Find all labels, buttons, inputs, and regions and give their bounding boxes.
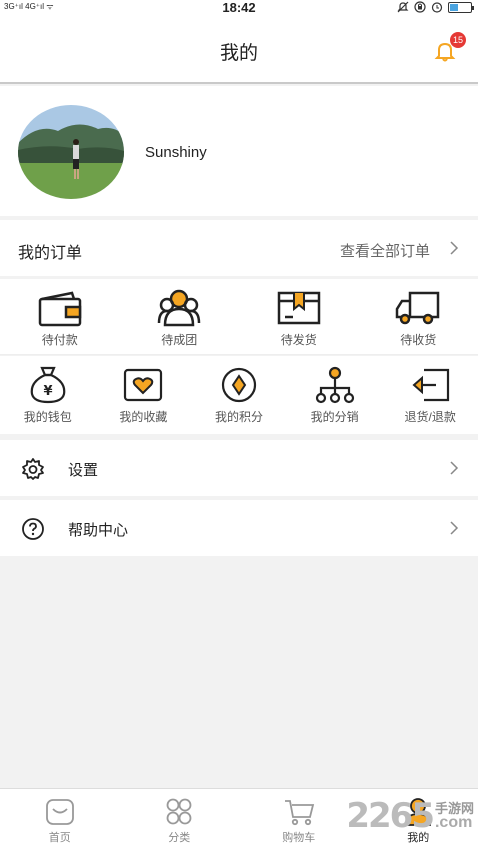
- distribution-icon: [315, 366, 354, 404]
- category-icon: [166, 798, 192, 825]
- tool-item-label: 我的积分: [214, 410, 263, 424]
- watermark-domain: .com: [434, 814, 473, 831]
- truck-icon: [396, 291, 440, 325]
- help-center-row[interactable]: 帮助中心: [0, 500, 478, 556]
- chevron-right-icon: [450, 241, 459, 255]
- tools-grid: ¥ 我的钱包 我的收藏 我的积分 我的分销 退货/退款: [0, 356, 478, 434]
- tool-item-label: 我的分销: [310, 410, 359, 424]
- settings-row[interactable]: 设置: [0, 440, 478, 496]
- order-item-label: 待发货: [280, 333, 317, 347]
- tool-item-label: 退货/退款: [404, 410, 456, 424]
- my-wallet[interactable]: ¥ 我的钱包: [0, 356, 96, 434]
- group-icon: [158, 289, 201, 327]
- watermark-number: 2265: [346, 796, 435, 836]
- tab-label: 购物车: [282, 832, 316, 844]
- points-icon: [221, 367, 257, 403]
- my-points[interactable]: 我的积分: [191, 356, 287, 434]
- order-pending-receipt[interactable]: 待收货: [359, 279, 478, 354]
- tool-item-label: 我的钱包: [23, 410, 72, 424]
- tab-home[interactable]: 首页: [0, 789, 120, 850]
- alarm-icon: [431, 2, 443, 13]
- home-icon: [45, 799, 74, 825]
- svg-text:¥: ¥: [43, 384, 52, 399]
- tool-item-label: 我的收藏: [119, 410, 168, 424]
- username: Sunshiny: [145, 144, 207, 161]
- order-item-label: 待收货: [400, 333, 437, 347]
- settings-label: 设置: [68, 462, 99, 479]
- chevron-right-icon: [450, 461, 459, 475]
- tab-label: 首页: [48, 832, 71, 844]
- lock-rotation-icon: [414, 1, 426, 13]
- order-pending-payment[interactable]: 待付款: [0, 279, 120, 354]
- tab-label: 分类: [168, 832, 191, 844]
- watermark-logo: 2265 手游网 .com: [346, 796, 474, 836]
- battery-icon: [448, 1, 474, 13]
- order-item-label: 待成团: [161, 333, 198, 347]
- returns-refunds[interactable]: 退货/退款: [382, 356, 478, 434]
- chevron-right-icon: [450, 521, 459, 535]
- money-bag-icon: ¥: [30, 366, 66, 404]
- orders-section-header[interactable]: 我的订单 查看全部订单: [0, 220, 478, 276]
- page-title: 我的: [219, 43, 258, 64]
- tab-cart[interactable]: 购物车: [239, 789, 359, 850]
- header: 我的 15: [0, 16, 478, 84]
- help-center-label: 帮助中心: [68, 522, 129, 539]
- status-icons: [397, 1, 474, 13]
- heart-icon: [124, 368, 163, 402]
- avatar[interactable]: [18, 105, 124, 199]
- profile-card[interactable]: Sunshiny: [0, 86, 478, 216]
- order-pending-shipment[interactable]: 待发货: [239, 279, 359, 354]
- mute-icon: [397, 1, 409, 13]
- notification-badge: 15: [449, 32, 466, 48]
- return-icon: [412, 368, 450, 402]
- my-favorites[interactable]: 我的收藏: [96, 356, 192, 434]
- cart-icon: [284, 800, 314, 826]
- package-icon: [277, 291, 320, 325]
- help-icon: [22, 518, 44, 540]
- status-bar: 3G⁺ıl 4G⁺ıl ᯤ 18:42: [0, 0, 478, 16]
- orders-title: 我的订单: [18, 245, 83, 262]
- my-distribution[interactable]: 我的分销: [287, 356, 383, 434]
- wallet-icon: [38, 291, 81, 327]
- gear-icon: [22, 458, 44, 480]
- view-all-orders-link[interactable]: 查看全部订单: [340, 240, 430, 261]
- order-item-label: 待付款: [41, 333, 78, 347]
- tab-category[interactable]: 分类: [120, 789, 240, 850]
- order-status-grid: 待付款 待成团 待发货 待收货: [0, 279, 478, 355]
- order-pending-group[interactable]: 待成团: [120, 279, 240, 354]
